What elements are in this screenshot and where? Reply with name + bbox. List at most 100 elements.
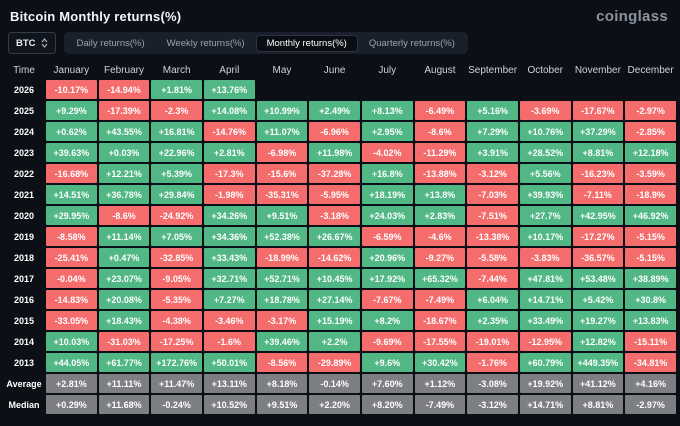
return-cell: +33.49% — [519, 311, 571, 330]
return-cell: -8.56% — [256, 353, 308, 372]
return-cell: +2.81% — [203, 143, 255, 162]
return-cell: +12.18% — [625, 143, 676, 162]
return-cell: -7.49% — [414, 395, 466, 414]
return-cell: -0.24% — [151, 395, 202, 414]
return-cell: -14.83% — [46, 290, 97, 309]
return-cell: -7.51% — [467, 206, 518, 225]
tab-daily-returns[interactable]: Daily returns(%) — [66, 35, 156, 52]
return-cell — [573, 80, 624, 99]
return-cell: +2.83% — [414, 206, 466, 225]
return-cell: +41.12% — [572, 374, 624, 393]
return-cell: +5.56% — [519, 164, 571, 183]
year-label: 2017 — [13, 273, 35, 284]
return-cell: -2.97% — [625, 101, 676, 120]
return-cell: +3.91% — [467, 143, 518, 162]
return-cell: +19.27% — [572, 311, 624, 330]
return-cell: +34.36% — [203, 227, 255, 246]
return-cell: +19.92% — [519, 374, 571, 393]
year-label: 2020 — [13, 210, 35, 221]
return-cell: +28.52% — [519, 143, 571, 162]
return-cell: -1.6% — [203, 332, 255, 351]
return-cell: +13.8% — [414, 185, 466, 204]
return-cell: -17.55% — [414, 332, 466, 351]
column-header-august: August — [424, 64, 456, 76]
column-header-october: October — [527, 64, 564, 76]
return-cell: -33.05% — [46, 311, 97, 330]
table-row-2017: 2017 -0.04% +23.07% -9.05% +32.71% +52.71% +10… — [4, 269, 676, 288]
return-cell: -18.9% — [625, 185, 676, 204]
return-cell: -5.95% — [309, 185, 360, 204]
return-cell: +13.11% — [203, 374, 255, 393]
return-cell: +32.71% — [203, 269, 255, 288]
return-cell: +39.63% — [46, 143, 97, 162]
return-cell: -9.69% — [361, 332, 413, 351]
year-label: 2013 — [13, 357, 35, 368]
return-cell: +8.81% — [572, 395, 624, 414]
return-cell: -7.49% — [414, 290, 466, 309]
return-cell: +7.29% — [467, 122, 518, 141]
return-cell: -24.92% — [151, 206, 202, 225]
tab-quarterly-returns[interactable]: Quarterly returns(%) — [358, 35, 466, 52]
return-cell: +42.95% — [572, 206, 624, 225]
return-cell: -14.62% — [309, 248, 360, 267]
column-header-november: November — [574, 64, 621, 76]
return-cell: -3.08% — [467, 374, 518, 393]
summary-label: Median — [8, 399, 40, 410]
return-cell: +8.18% — [256, 374, 308, 393]
updown-chevron-icon — [41, 38, 48, 48]
return-cell: +33.43% — [203, 248, 255, 267]
table-row-2021: 2021 +14.51% +36.78% +29.84% -1.98% -35.31% -5… — [4, 185, 676, 204]
return-cell: +23.07% — [98, 269, 150, 288]
tab-monthly-returns[interactable]: Monthly returns(%) — [255, 34, 358, 52]
year-label: 2015 — [13, 315, 35, 326]
return-cell: +46.92% — [625, 206, 676, 225]
return-cell: +449.35% — [572, 353, 624, 372]
return-cell: -16.68% — [46, 164, 97, 183]
tab-weekly-returns[interactable]: Weekly returns(%) — [156, 35, 256, 52]
return-cell: -15.6% — [256, 164, 308, 183]
return-cell: +2.20% — [309, 395, 360, 414]
return-cell: +8.2% — [361, 311, 413, 330]
return-cell: +2.95% — [361, 122, 413, 141]
return-cell: -10.17% — [46, 80, 97, 99]
return-cell: +18.19% — [361, 185, 413, 204]
coin-selector-label: BTC — [16, 37, 36, 49]
return-cell: -15.11% — [625, 332, 676, 351]
return-cell: -5.35% — [151, 290, 202, 309]
return-cell: -0.14% — [309, 374, 360, 393]
return-cell: -2.85% — [625, 122, 676, 141]
return-cell: -5.15% — [625, 248, 676, 267]
return-cell: +16.81% — [151, 122, 202, 141]
return-cell: +39.46% — [256, 332, 308, 351]
coin-selector[interactable]: BTC — [8, 32, 56, 54]
return-cell: -9.05% — [151, 269, 202, 288]
table-row-2014: 2014 +10.03% -31.03% -17.25% -1.6% +39.46% +2.… — [4, 332, 676, 351]
return-cell: +36.78% — [98, 185, 150, 204]
year-label: 2019 — [13, 231, 35, 242]
return-cell: +30.8% — [625, 290, 676, 309]
year-label: 2025 — [13, 105, 35, 116]
table-row-2026: 2026 -10.17% -14.94% +1.81% +13.76% — [4, 80, 676, 99]
return-cell: +38.89% — [625, 269, 676, 288]
return-cell: -29.89% — [309, 353, 360, 372]
returns-tab-group: Daily returns(%) Weekly returns(%) Monthly… — [63, 32, 468, 54]
column-header-september: September — [468, 64, 518, 76]
return-cell: +8.13% — [361, 101, 413, 120]
return-cell: +43.55% — [98, 122, 150, 141]
return-cell: -3.59% — [625, 164, 676, 183]
return-cell: +22.96% — [151, 143, 202, 162]
return-cell: +14.51% — [46, 185, 97, 204]
return-cell: -6.49% — [414, 101, 466, 120]
return-cell: +30.42% — [414, 353, 466, 372]
return-cell: -17.27% — [572, 227, 624, 246]
table-row-2018: 2018 -25.41% +0.47% -32.85% +33.43% -18.99% -1… — [4, 248, 676, 267]
return-cell: +14.08% — [203, 101, 255, 120]
return-cell: +14.71% — [519, 395, 571, 414]
table-row-2015: 2015 -33.05% +18.43% -4.38% -3.46% -3.17% +15.… — [4, 311, 676, 330]
return-cell: -14.76% — [203, 122, 255, 141]
return-cell: +27.14% — [309, 290, 360, 309]
return-cell: -36.57% — [572, 248, 624, 267]
return-cell: +20.96% — [361, 248, 413, 267]
return-cell: +5.42% — [572, 290, 624, 309]
return-cell: -17.3% — [203, 164, 255, 183]
